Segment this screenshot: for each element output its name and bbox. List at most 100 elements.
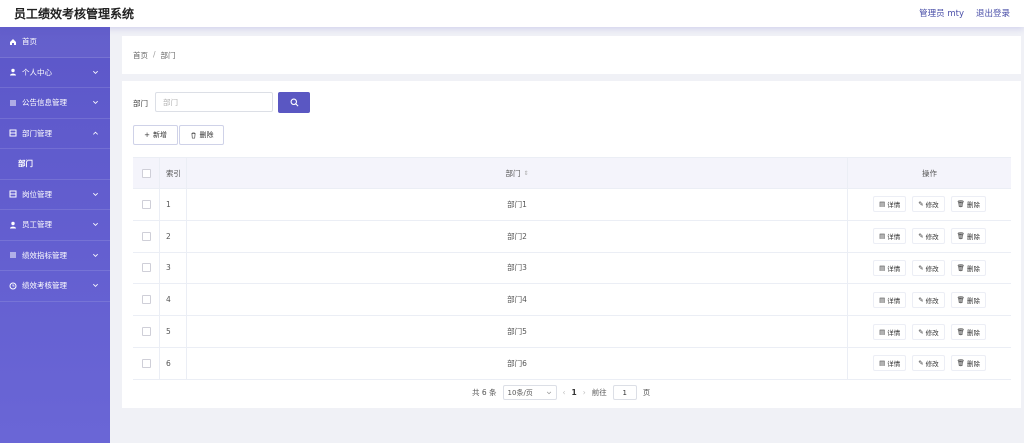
- delete-label: 删除: [966, 360, 980, 369]
- edit-button[interactable]: ✎ 修改: [912, 323, 945, 340]
- prev-page-button[interactable]: ‹: [563, 388, 566, 397]
- row-checkbox[interactable]: [141, 358, 151, 368]
- add-button[interactable]: + 新增: [133, 125, 178, 145]
- edit-button[interactable]: ✎ 修改: [912, 196, 945, 213]
- detail-icon: ▤: [879, 295, 886, 304]
- edit-label: 修改: [925, 328, 939, 337]
- detail-label: 详情: [887, 264, 901, 273]
- edit-button[interactable]: ✎ 修改: [912, 355, 945, 372]
- home-icon: [9, 38, 17, 46]
- index-cell: 5: [160, 316, 187, 347]
- dept-cell: 部门5: [187, 316, 848, 347]
- logout-link[interactable]: 退出登录: [976, 7, 1010, 19]
- sidebar-item-home[interactable]: 首页: [0, 27, 110, 58]
- delete-button[interactable]: 🗑 删除: [950, 196, 986, 213]
- batch-delete-button[interactable]: 删除: [179, 125, 224, 145]
- delete-label: 删除: [966, 264, 980, 273]
- sidebar-item-label: 部门管理: [22, 128, 52, 138]
- sidebar-item-dept[interactable]: 部门: [0, 149, 110, 180]
- grid-icon: [9, 129, 17, 137]
- detail-icon: ▤: [879, 232, 886, 241]
- column-ops: 操作: [848, 158, 1011, 188]
- user-label[interactable]: 管理员 mty: [919, 7, 964, 19]
- sidebar-item-post-manage[interactable]: 岗位管理: [0, 180, 110, 210]
- column-ops-label: 操作: [922, 168, 937, 178]
- detail-label: 详情: [887, 296, 901, 305]
- search-input[interactable]: [155, 92, 273, 112]
- sidebar-item-personal[interactable]: 个人中心: [0, 58, 110, 88]
- column-dept[interactable]: 部门 ⇕: [187, 158, 848, 188]
- column-index: 索引: [160, 158, 187, 188]
- row-checkbox[interactable]: [141, 295, 151, 305]
- index-cell: 1: [160, 189, 187, 220]
- list-icon: [9, 99, 17, 107]
- delete-button[interactable]: 🗑 删除: [950, 355, 986, 372]
- next-page-button[interactable]: ›: [583, 388, 586, 397]
- delete-button[interactable]: 🗑 删除: [950, 323, 986, 340]
- page-size-value: 10条/页: [507, 388, 533, 397]
- edit-icon: ✎: [918, 359, 924, 368]
- delete-button[interactable]: 🗑 删除: [950, 259, 986, 276]
- edit-icon: ✎: [918, 263, 924, 272]
- detail-icon: ▤: [879, 327, 886, 336]
- delete-button[interactable]: 🗑 删除: [950, 228, 986, 245]
- edit-button[interactable]: ✎ 修改: [912, 259, 945, 276]
- sidebar-item-kpi-manage[interactable]: 绩效指标管理: [0, 241, 110, 271]
- section-divider: [122, 74, 1021, 81]
- breadcrumb-home[interactable]: 首页: [133, 50, 148, 61]
- row-check-cell: [133, 252, 160, 284]
- detail-button[interactable]: ▤ 详情: [873, 196, 907, 213]
- top-bar: 员工绩效考核管理系统 管理员 mty 退出登录: [0, 0, 1024, 27]
- delete-button[interactable]: 🗑 删除: [950, 291, 986, 308]
- detail-label: 详情: [887, 328, 901, 337]
- chevron-down-icon: [93, 253, 98, 257]
- main-content: 首页 / 部门 部门 + 新增 删除 索引 部门⇕ 操作 1 部门1 ▤详情 ✎…: [122, 36, 1021, 408]
- table-row: 3 部门3 ▤ 详情 ✎ 修改 🗑 删除: [133, 252, 1011, 285]
- edit-button[interactable]: ✎ 修改: [912, 291, 945, 308]
- sidebar-item-employee-manage[interactable]: 员工管理: [0, 210, 110, 241]
- delete-label: 删除: [966, 233, 980, 242]
- detail-button[interactable]: ▤ 详情: [873, 228, 907, 245]
- grid-icon: [9, 190, 17, 198]
- detail-button[interactable]: ▤ 详情: [873, 355, 907, 372]
- row-checkbox[interactable]: [141, 263, 151, 273]
- row-checkbox[interactable]: [141, 327, 151, 337]
- delete-label: 删除: [966, 328, 980, 337]
- sidebar-item-notice[interactable]: 公告信息管理: [0, 88, 110, 119]
- detail-button[interactable]: ▤ 详情: [873, 259, 907, 276]
- edit-button[interactable]: ✎ 修改: [912, 228, 945, 245]
- select-all-checkbox[interactable]: [141, 168, 151, 178]
- column-dept-label: 部门: [505, 168, 521, 178]
- ops-cell: ▤ 详情 ✎ 修改 🗑 删除: [848, 348, 1011, 379]
- sort-icon[interactable]: ⇕: [523, 170, 528, 177]
- goto-page-input[interactable]: [612, 385, 637, 400]
- edit-label: 修改: [925, 296, 939, 305]
- chevron-down-icon: [93, 283, 98, 287]
- ops-cell: ▤ 详情 ✎ 修改 🗑 删除: [848, 316, 1011, 347]
- dept-cell: 部门4: [187, 284, 848, 316]
- page-size-select[interactable]: 10条/页: [502, 385, 557, 400]
- add-button-label: 新增: [152, 131, 167, 139]
- dept-cell: 部门6: [187, 347, 848, 379]
- row-checkbox[interactable]: [141, 231, 151, 241]
- breadcrumb-separator: /: [153, 50, 156, 59]
- sidebar-item-dept-manage[interactable]: 部门管理: [0, 119, 110, 149]
- row-checkbox[interactable]: [141, 199, 151, 209]
- sidebar-item-label: 首页: [22, 37, 37, 47]
- detail-button[interactable]: ▤ 详情: [873, 291, 907, 308]
- sidebar-item-label: 个人中心: [22, 67, 52, 77]
- search-button[interactable]: [278, 92, 310, 113]
- chevron-down-icon: [93, 222, 98, 226]
- trash-icon: 🗑: [956, 232, 965, 241]
- detail-button[interactable]: ▤ 详情: [873, 323, 907, 340]
- sidebar-item-appraisal-manage[interactable]: 绩效考核管理: [0, 271, 110, 302]
- page-number[interactable]: 1: [572, 388, 577, 397]
- header-check-cell: [133, 158, 160, 188]
- table-header: 索引 部门 ⇕ 操作: [133, 158, 1011, 189]
- search-label: 部门: [133, 99, 148, 108]
- edit-icon: ✎: [918, 295, 924, 304]
- goto-label: 前往: [591, 388, 607, 397]
- search-icon: [290, 98, 298, 107]
- row-check-cell: [133, 189, 160, 220]
- pagination: 共 6 条 10条/页 ‹ 1 › 前往 页: [472, 385, 650, 400]
